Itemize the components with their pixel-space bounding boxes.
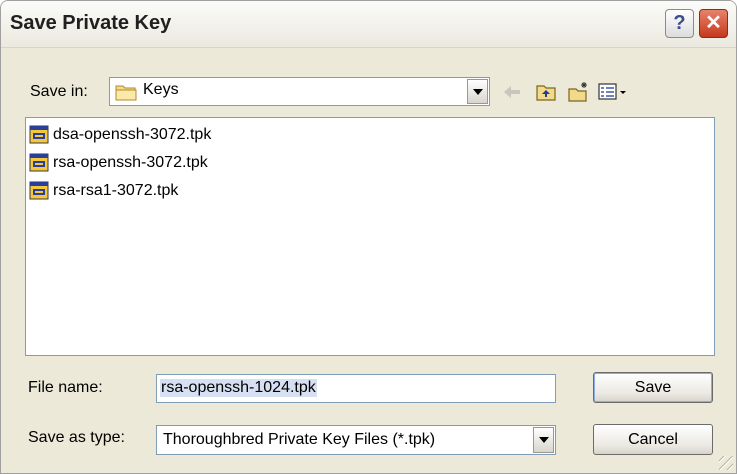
- file-name: dsa-openssh-3072.tpk: [53, 126, 212, 143]
- key-file-icon: [29, 181, 49, 200]
- close-button[interactable]: ✕: [699, 9, 728, 38]
- save-as-type-value: Thoroughbred Private Key Files (*.tpk): [163, 431, 436, 448]
- save-as-type-dropdown-arrow[interactable]: [533, 427, 554, 453]
- save-in-value: Keys: [143, 81, 179, 98]
- new-folder-icon[interactable]: [567, 81, 589, 103]
- save-in-dropdown[interactable]: Keys: [109, 77, 490, 106]
- title-bar[interactable]: Save Private Key ? ✕: [1, 1, 736, 48]
- view-menu-icon[interactable]: [597, 81, 631, 103]
- key-file-icon: [29, 153, 49, 172]
- file-name-label: File name:: [28, 379, 103, 396]
- save-in-dropdown-arrow[interactable]: [467, 79, 488, 104]
- folder-icon: [115, 85, 137, 101]
- file-name-input[interactable]: rsa-openssh-1024.tpk: [156, 374, 556, 403]
- file-name: rsa-openssh-3072.tpk: [53, 154, 208, 171]
- cancel-button[interactable]: Cancel: [593, 424, 713, 455]
- back-arrow-icon[interactable]: [501, 81, 523, 103]
- window-title: Save Private Key: [10, 12, 172, 34]
- file-list[interactable]: dsa-openssh-3072.tpk rsa-openssh-3072.tp…: [25, 117, 715, 356]
- save-private-key-dialog: Save Private Key ? ✕ Save in: Keys dsa-o…: [0, 0, 737, 474]
- save-button[interactable]: Save: [593, 372, 713, 403]
- key-file-icon: [29, 125, 49, 144]
- resize-grip[interactable]: [719, 456, 733, 470]
- file-name-value: rsa-openssh-1024.tpk: [160, 379, 317, 397]
- save-as-type-label: Save as type:: [28, 429, 125, 446]
- help-button[interactable]: ?: [665, 9, 694, 38]
- save-as-type-dropdown[interactable]: Thoroughbred Private Key Files (*.tpk): [156, 425, 556, 455]
- up-folder-icon[interactable]: [535, 81, 557, 103]
- save-in-label: Save in:: [30, 83, 88, 100]
- close-icon: ✕: [705, 12, 722, 34]
- help-icon: ?: [673, 12, 686, 34]
- file-name: rsa-rsa1-3072.tpk: [53, 182, 179, 199]
